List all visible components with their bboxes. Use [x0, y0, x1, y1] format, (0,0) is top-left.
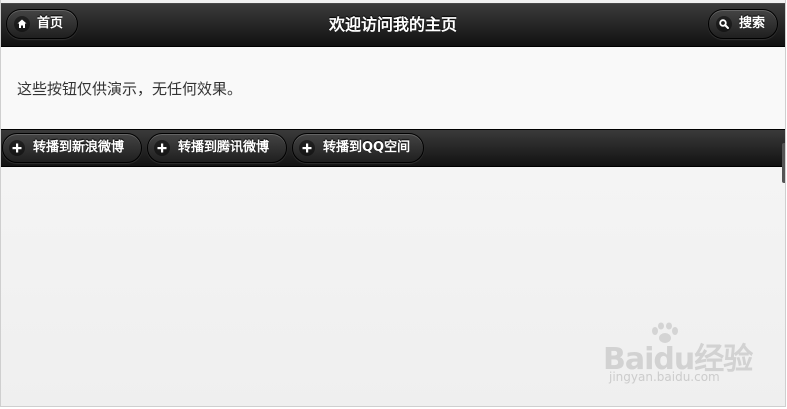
share-toolbar: 转播到新浪微博 转播到腾讯微博 转播到QQ空间: [1, 129, 785, 167]
plus-icon: [154, 140, 170, 156]
baidu-jingyan-watermark: Baidu经验 jingyan.baidu.com: [603, 322, 763, 392]
search-button[interactable]: 搜索: [708, 9, 778, 39]
header-bar: 首页 欢迎访问我的主页 搜索: [1, 3, 785, 47]
share-button-label: 转播到QQ空间: [323, 140, 411, 155]
page-title: 欢迎访问我的主页: [328, 15, 457, 34]
side-scroll-tab[interactable]: [782, 143, 785, 183]
search-button-label: 搜索: [739, 16, 766, 31]
share-button-label: 转播到腾讯微博: [178, 140, 270, 155]
watermark-url: jingyan.baidu.com: [609, 370, 720, 384]
plus-icon: [9, 140, 25, 156]
plus-icon: [299, 140, 315, 156]
app-frame: 首页 欢迎访问我的主页 搜索 这些按钮仅供演示，无任何效果。 转播到新浪微博 转…: [0, 0, 786, 407]
search-icon: [716, 16, 732, 32]
share-tencent-weibo-button[interactable]: 转播到腾讯微博: [147, 133, 287, 163]
content-area: 这些按钮仅供演示，无任何效果。: [1, 47, 785, 129]
share-sina-weibo-button[interactable]: 转播到新浪微博: [2, 133, 142, 163]
info-text: 这些按钮仅供演示，无任何效果。: [17, 80, 243, 98]
share-qzone-button[interactable]: 转播到QQ空间: [292, 133, 424, 163]
share-button-label: 转播到新浪微博: [33, 140, 125, 155]
